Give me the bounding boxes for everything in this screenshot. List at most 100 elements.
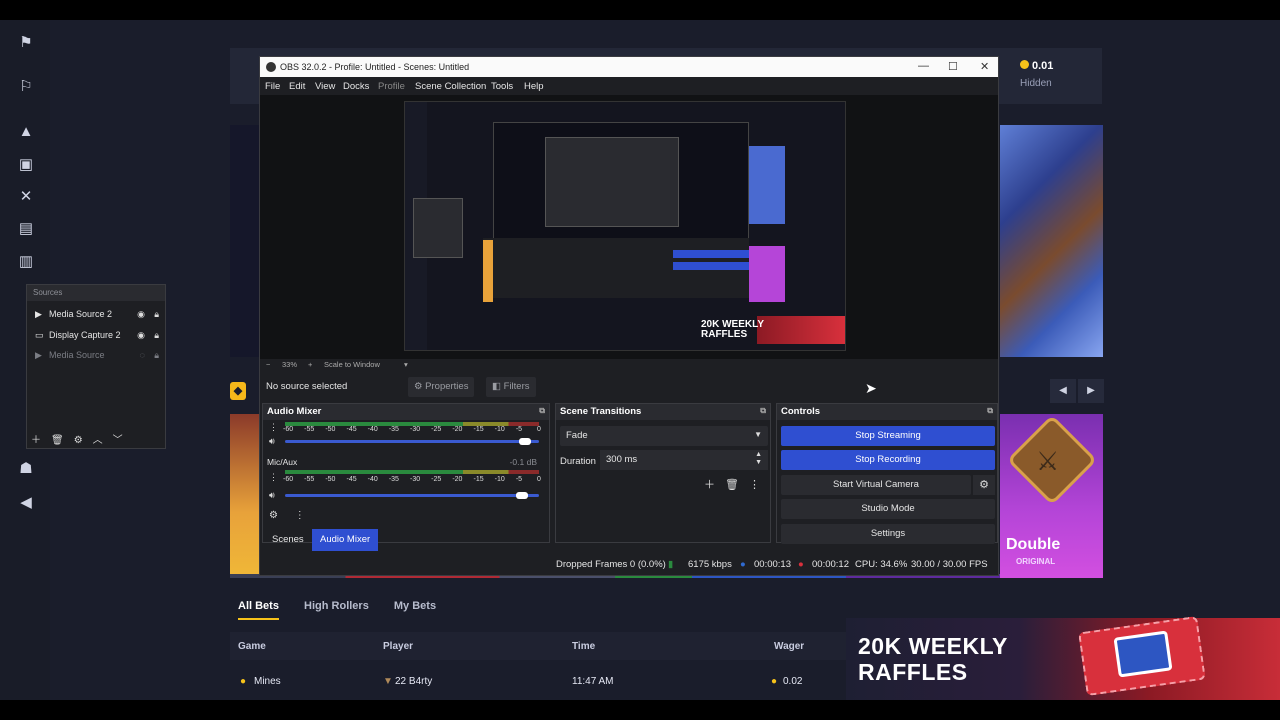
tab-audio-mixer[interactable]: Audio Mixer (312, 529, 379, 551)
speaker-icon[interactable]: 🔊︎ (269, 490, 275, 501)
undock-icon[interactable]: ⧉ (987, 406, 993, 416)
raffle-text: 20K WEEKLY RAFFLES (858, 633, 1008, 685)
store-icon[interactable]: ▤ (17, 220, 35, 238)
settings-button[interactable]: Settings (781, 524, 995, 544)
stop-streaming-button[interactable]: Stop Streaming (781, 426, 995, 446)
hidden-label: Hidden (1020, 78, 1052, 89)
maximize-icon[interactable]: ☐ (948, 60, 958, 73)
add-icon[interactable]: ＋ (704, 479, 715, 491)
preview-art (749, 146, 785, 224)
menu-view[interactable]: View (315, 81, 335, 92)
duration-label: Duration (560, 456, 596, 467)
trash-icon[interactable]: 🗑︎ (51, 435, 64, 446)
next-arrow-icon[interactable]: ▶ (1078, 379, 1104, 403)
eye-icon[interactable]: ◉ (137, 309, 145, 320)
flag-outline-icon[interactable]: ⚐ (17, 78, 35, 96)
preview-canvas[interactable]: 20K WEEKLY RAFFLES (404, 101, 846, 351)
scale-tick: -10 (494, 426, 505, 433)
more-icon[interactable]: ⋮ (295, 510, 305, 521)
menu-help[interactable]: Help (524, 81, 544, 92)
properties-label: Properties (425, 381, 469, 392)
source-item[interactable]: ▶ Media Source ◌ 🔒︎ (35, 350, 163, 361)
zoom-out-icon[interactable]: − (266, 360, 270, 369)
transition-select[interactable]: Fade ▼ (560, 426, 768, 446)
obs-window: OBS 32.0.2 - Profile: Untitled - Scenes:… (259, 56, 999, 576)
tab-high-rollers[interactable]: High Rollers (304, 600, 369, 612)
scale-tick: -45 (346, 476, 357, 483)
studio-mode-button[interactable]: Studio Mode (781, 499, 995, 519)
trash-icon[interactable]: 🗑︎ (725, 479, 739, 491)
controls-title: Controls (781, 406, 821, 417)
fader-knob[interactable] (518, 438, 531, 445)
banner-left (230, 125, 260, 357)
menu-tools[interactable]: Tools (491, 81, 513, 92)
tab-all-bets[interactable]: All Bets (238, 600, 279, 620)
volume-fader[interactable] (285, 440, 539, 443)
tab-scenes[interactable]: Scenes (264, 529, 312, 551)
menu-scene-collection[interactable]: Scene Collection (415, 81, 486, 92)
prev-arrow-icon[interactable]: ◀ (1050, 379, 1076, 403)
more-icon[interactable]: ⋮ (269, 422, 278, 433)
advanced-audio-icon[interactable]: ⚙ (269, 510, 278, 521)
source-item[interactable]: ▭ Display Capture 2 ◉ 🔒︎ (35, 330, 163, 341)
zoom-in-icon[interactable]: + (308, 360, 312, 369)
fader-knob[interactable] (516, 492, 529, 499)
sources-toolbar: ＋ 🗑︎ ⚙ ︿ ﹀ (31, 431, 133, 446)
source-item[interactable]: ▶ Media Source 2 ◉ 🔒︎ (35, 309, 163, 320)
chevron-down-icon[interactable]: ▾ (404, 360, 408, 369)
start-virtual-camera-button[interactable]: Start Virtual Camera (781, 475, 971, 495)
menu-profile[interactable]: Profile (378, 81, 405, 92)
title-bar: OBS 32.0.2 - Profile: Untitled - Scenes:… (260, 57, 998, 77)
mixer-toolbar: ⚙ ⋮ (269, 510, 305, 521)
flag-icon[interactable]: ⚑ (17, 34, 35, 52)
move-down-icon[interactable]: ﹀ (113, 435, 123, 446)
swords-icon[interactable]: ✕ (17, 188, 35, 206)
gear-icon: ⚙ (414, 381, 426, 392)
bars-icon[interactable]: ▥ (17, 253, 35, 271)
users-icon[interactable]: ☗ (17, 460, 35, 478)
undock-icon[interactable]: ⧉ (539, 406, 545, 416)
eye-hidden-icon[interactable]: ◌ (140, 350, 145, 360)
volume-fader[interactable] (285, 494, 539, 497)
spinner-icon[interactable]: ▲ ▼ (755, 451, 762, 467)
tree-icon[interactable]: ▲ (17, 123, 35, 141)
duration-input[interactable]: 300 ms ▲ ▼ (600, 450, 768, 470)
undock-icon[interactable]: ⧉ (760, 406, 766, 416)
lock-icon[interactable]: 🔒︎ (154, 330, 159, 341)
gear-icon[interactable]: ⚙ (973, 475, 995, 495)
menu-edit[interactable]: Edit (289, 81, 305, 92)
more-icon[interactable]: ⋮ (749, 479, 760, 491)
more-icon[interactable]: ⋮ (269, 472, 278, 483)
menu-file[interactable]: File (265, 81, 280, 92)
speaker-icon[interactable]: 🔊︎ (269, 436, 275, 447)
minimize-icon[interactable]: — (918, 60, 929, 72)
game-card-left[interactable] (230, 414, 260, 578)
section-icon: ◆ (230, 382, 246, 400)
lock-icon[interactable]: 🔒︎ (154, 309, 159, 320)
fps: 30.00 / 30.00 FPS (911, 559, 988, 570)
properties-button[interactable]: ⚙ Properties (408, 377, 475, 397)
scale-tick: -35 (388, 476, 399, 483)
lock-icon[interactable]: 🔒︎ (154, 350, 159, 361)
mines-icon: ● (240, 676, 247, 687)
stop-recording-button[interactable]: Stop Recording (781, 450, 995, 470)
menu-docks[interactable]: Docks (343, 81, 369, 92)
inbox-icon[interactable]: ▣ (17, 156, 35, 174)
close-icon[interactable]: ✕ (980, 60, 989, 73)
scale-tick: -20 (452, 426, 463, 433)
scale-tick: -30 (410, 426, 421, 433)
add-icon[interactable]: ＋ (31, 435, 41, 446)
megaphone-icon[interactable]: ◀ (17, 494, 35, 512)
filters-button[interactable]: ◧ Filters (486, 377, 536, 397)
table-row[interactable]: ● Mines ▼ 22 B4rty 11:47 AM ● 0.02 (230, 670, 846, 694)
move-up-icon[interactable]: ︿ (93, 435, 103, 446)
gear-icon[interactable]: ⚙ (74, 435, 83, 446)
eye-icon[interactable]: ◉ (137, 330, 145, 341)
scale-tick: -25 (431, 426, 442, 433)
channel-db: -0.1 dB (509, 457, 537, 467)
mixer-title: Audio Mixer (267, 406, 322, 417)
zoom-mode[interactable]: Scale to Window (324, 360, 380, 369)
tab-my-bets[interactable]: My Bets (394, 600, 436, 612)
properties-bar: No source selected ⚙ Properties ◧ Filter… (260, 375, 998, 399)
channel-label: Mic/Aux (267, 457, 298, 467)
